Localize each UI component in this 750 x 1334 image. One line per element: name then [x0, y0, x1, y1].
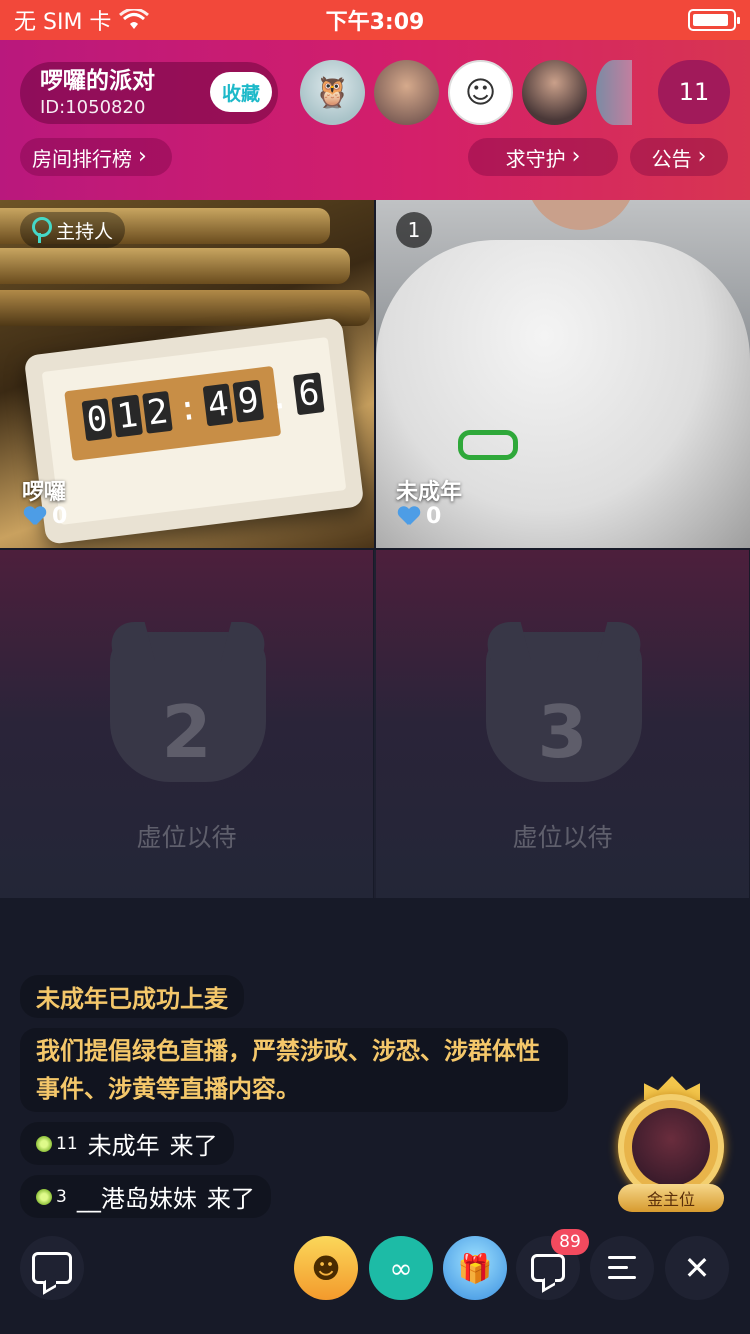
timer-digit: 9: [232, 379, 265, 423]
join-action: 来了: [169, 1132, 218, 1160]
book-shape: [0, 248, 350, 284]
audience-count-button[interactable]: 11: [658, 60, 730, 124]
gold-seat-silhouette: [632, 1108, 710, 1186]
host-name: 啰囉: [22, 480, 67, 505]
room-header: 啰囉的派对 ID:1050820 收藏 🦉 ☺ 11 房间排行榜 › 求守护 ›…: [0, 40, 750, 200]
system-message: 未成年已成功上麦: [20, 975, 244, 1018]
empty-seat-2[interactable]: 2 虚位以待: [0, 550, 373, 898]
owl-avatar-icon: 🦉: [313, 75, 352, 110]
audience-avatars: 🦉 ☺: [300, 60, 632, 125]
avatar[interactable]: [522, 60, 587, 125]
gift-button[interactable]: 🎁: [443, 1236, 507, 1300]
person-chin: [526, 200, 636, 230]
chevron-right-icon: ›: [697, 144, 707, 169]
room-rank-label: 房间排行榜: [32, 146, 132, 171]
seat-number: 2: [161, 690, 212, 774]
seat-1-name: 未成年: [396, 480, 463, 505]
close-button[interactable]: ✕: [665, 1236, 729, 1300]
host-heart-count: 0: [52, 504, 68, 529]
join-user[interactable]: 未成年: [88, 1126, 160, 1161]
join-message: 11 未成年 来了: [20, 1122, 234, 1165]
room-info-card[interactable]: 啰囉的派对 ID:1050820 收藏: [20, 62, 278, 124]
shirt-logo: [458, 430, 518, 460]
message-icon: [531, 1254, 565, 1282]
level-icon: [36, 1188, 52, 1205]
avatar[interactable]: ☺: [448, 60, 513, 125]
timer-digit: 4: [202, 383, 234, 427]
host-tag: 主持人: [20, 212, 126, 248]
seat-number: 3: [537, 690, 588, 774]
timer-digit: 1: [111, 394, 143, 438]
message-count-badge: 89: [551, 1229, 589, 1255]
menu-button[interactable]: [590, 1236, 654, 1300]
host-tag-label: 主持人: [56, 220, 114, 243]
join-user[interactable]: __港岛妹妹: [77, 1179, 197, 1214]
seat-status: 虚位以待: [512, 823, 613, 852]
timer-digit: 6: [293, 372, 325, 416]
status-bar: 无 SIM 卡 下午3:09: [0, 0, 750, 40]
notice-button[interactable]: 公告 ›: [630, 138, 728, 176]
timer-tablet: 0 1 2 : 4 9 . 6: [23, 317, 365, 545]
chat-input-button[interactable]: [20, 1236, 84, 1300]
level-badge: 11: [36, 1134, 78, 1154]
battery-icon: [688, 9, 740, 31]
heart-icon: [398, 507, 420, 527]
chevron-right-icon: ›: [571, 144, 581, 169]
chat-feed[interactable]: 未成年已成功上麦 我们提倡绿色直播，严禁涉政、涉恐、涉群体性事件、涉黄等直播内容…: [20, 975, 568, 1228]
bottom-toolbar: ☻ ∞ 🎁 89 ✕: [0, 1229, 750, 1308]
seat-number-badge: 1: [396, 212, 432, 248]
timer-digit: .: [266, 376, 292, 419]
seat-1-hearts: 0: [398, 504, 441, 529]
avatar[interactable]: [596, 60, 632, 125]
chat-bubble-icon: [32, 1252, 72, 1284]
wifi-icon: [119, 9, 150, 29]
join-action: 来了: [206, 1185, 255, 1213]
room-rank-button[interactable]: 房间排行榜 ›: [20, 138, 172, 176]
join-message: 3 __港岛妹妹 来了: [20, 1175, 271, 1218]
gold-seat-label: 金主位: [618, 1184, 724, 1212]
close-icon: ✕: [683, 1249, 711, 1287]
guard-label: 求守护: [505, 146, 566, 171]
menu-icon: [608, 1256, 636, 1280]
carrier-label: 无 SIM 卡: [14, 10, 112, 35]
favorite-button[interactable]: 收藏: [210, 72, 272, 112]
seat-status: 虚位以待: [136, 823, 237, 852]
host-hearts: 0: [24, 504, 67, 529]
link-icon: ∞: [389, 1251, 413, 1285]
timer-digit: 2: [142, 390, 174, 434]
microphone-icon: [28, 217, 52, 243]
cartoon-avatar-icon: ☺: [464, 75, 497, 110]
timer-digit: 0: [81, 398, 113, 442]
avatar[interactable]: 🦉: [300, 60, 365, 125]
empty-seat-3[interactable]: 3 虚位以待: [376, 550, 749, 898]
guard-button[interactable]: 求守护 ›: [468, 138, 618, 176]
level-value: 3: [56, 1186, 67, 1207]
gift-icon: 🎁: [457, 1251, 493, 1285]
avatar[interactable]: [374, 60, 439, 125]
level-badge: 3: [36, 1187, 67, 1207]
smile-icon: ☻: [311, 1251, 341, 1285]
carrier-group: 无 SIM 卡: [14, 4, 150, 36]
link-mic-button[interactable]: ∞: [369, 1236, 433, 1300]
heart-icon: [24, 507, 46, 527]
level-icon: [36, 1135, 52, 1152]
level-value: 11: [56, 1133, 78, 1154]
timer-digit: :: [175, 387, 201, 430]
gold-sponsor-seat[interactable]: 金主位: [612, 1076, 730, 1212]
seat-1-heart-count: 0: [426, 504, 442, 529]
notice-label: 公告: [651, 146, 692, 171]
rule-message: 我们提倡绿色直播，严禁涉政、涉恐、涉群体性事件、涉黄等直播内容。: [20, 1028, 568, 1112]
emoji-button[interactable]: ☻: [294, 1236, 358, 1300]
chevron-right-icon: ›: [138, 144, 147, 169]
